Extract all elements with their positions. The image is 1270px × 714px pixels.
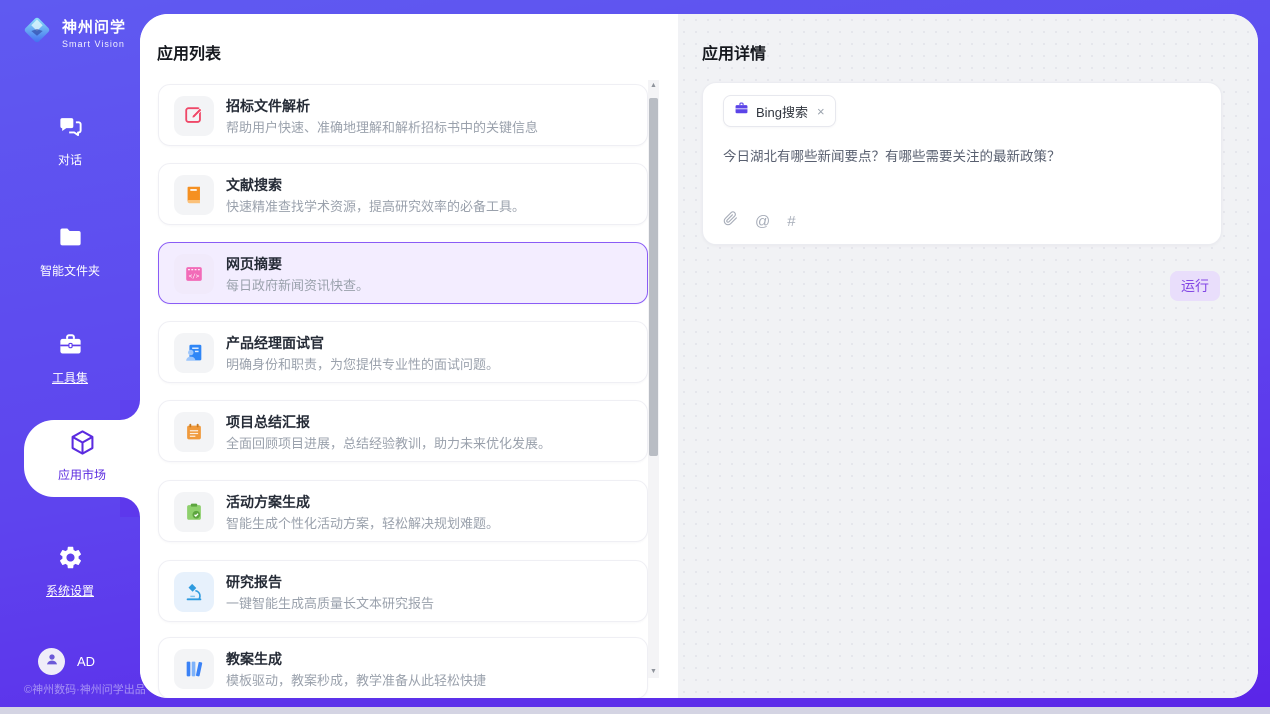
scroll-up-arrow[interactable]: ▲ <box>648 80 659 92</box>
bump-curve-top <box>120 400 140 420</box>
app-item-desc: 智能生成个性化活动方案，轻松解决规划难题。 <box>226 513 499 532</box>
person-icon <box>44 651 60 672</box>
chat-icon <box>57 113 84 145</box>
app-item-bid-parse[interactable]: 招标文件解析 帮助用户快速、准确地理解和解析招标书中的关键信息 <box>158 84 648 146</box>
app-item-name: 招标文件解析 <box>226 96 310 116</box>
app-item-lesson-plan[interactable]: 教案生成 模板驱动，教案秒成，教学准备从此轻松快捷 <box>158 637 648 698</box>
app-item-name: 文献搜索 <box>226 175 282 195</box>
books-icon <box>174 649 214 689</box>
app-item-desc: 一键智能生成高质量长文本研究报告 <box>226 593 434 612</box>
app-item-event-plan[interactable]: 活动方案生成 智能生成个性化活动方案，轻松解决规划难题。 <box>158 480 648 542</box>
app-item-desc: 全面回顾项目进展，总结经验教训，助力未来优化发展。 <box>226 433 551 452</box>
content-panel: 应用列表 招标文件解析 帮助用户快速、准确地理解和解析招标书中的关键信息 <box>140 14 1258 698</box>
app-item-pm-interviewer[interactable]: 产品经理面试官 明确身份和职责，为您提供专业性的面试问题。 <box>158 321 648 383</box>
app-item-name: 研究报告 <box>226 572 282 592</box>
folder-icon <box>57 224 84 256</box>
active-nav-bump: 应用市场 <box>24 420 140 497</box>
app-item-desc: 快速精准查找学术资源，提高研究效率的必备工具。 <box>226 196 525 215</box>
copyright-footer: ©神州数码·神州问学出品 <box>24 681 146 697</box>
sidebar-item-settings[interactable]: 系统设置 <box>0 544 140 599</box>
notepad-icon <box>174 412 214 452</box>
app-detail-title: 应用详情 <box>702 40 766 64</box>
app-item-name: 网页摘要 <box>226 254 282 274</box>
briefcase-icon <box>734 101 749 121</box>
close-icon[interactable]: × <box>817 104 825 119</box>
app-item-name: 项目总结汇报 <box>226 412 310 432</box>
sidebar-item-app-market[interactable]: 应用市场 <box>24 428 140 483</box>
clipboard-check-icon <box>174 492 214 532</box>
brand-tagline: Smart Vision <box>62 39 126 49</box>
interviewer-icon <box>174 333 214 373</box>
sidebar-item-smart-folder[interactable]: 智能文件夹 <box>0 224 140 279</box>
tool-chip-bing-search[interactable]: Bing搜索 × <box>723 95 836 127</box>
app-detail-panel: 应用详情 Bing搜索 × 今日湖北有哪些新闻要点？有哪些需要关注的最新政策？ <box>678 14 1258 698</box>
gear-icon <box>57 544 84 576</box>
tool-chip-label: Bing搜索 <box>756 102 808 121</box>
user-initials: AD <box>77 654 95 669</box>
cube-icon <box>68 428 97 462</box>
sidebar: 神州问学 Smart Vision 对话 智能文件夹 <box>0 0 140 707</box>
microscope-icon <box>174 572 214 612</box>
toolbox-icon <box>57 331 84 363</box>
app-item-name: 活动方案生成 <box>226 492 310 512</box>
brand-name: 神州问学 <box>62 16 126 37</box>
bump-curve-bottom <box>120 497 140 517</box>
prompt-input[interactable]: 今日湖北有哪些新闻要点？有哪些需要关注的最新政策？ <box>723 147 1201 167</box>
hash-icon[interactable]: # <box>787 213 795 230</box>
webpage-icon: </> <box>174 254 214 294</box>
at-icon[interactable]: @ <box>755 213 770 230</box>
app-item-project-summary[interactable]: 项目总结汇报 全面回顾项目进展，总结经验教训，助力未来优化发展。 <box>158 400 648 462</box>
app-list-panel: 应用列表 招标文件解析 帮助用户快速、准确地理解和解析招标书中的关键信息 <box>140 14 678 698</box>
app-window: 神州问学 Smart Vision 对话 智能文件夹 <box>0 0 1270 714</box>
app-item-desc: 明确身份和职责，为您提供专业性的面试问题。 <box>226 354 499 373</box>
prompt-toolbar: @ # <box>723 211 796 231</box>
sidebar-item-label: 智能文件夹 <box>40 262 100 279</box>
scroll-down-arrow[interactable]: ▼ <box>648 666 659 678</box>
app-item-name: 教案生成 <box>226 649 282 669</box>
book-icon <box>174 175 214 215</box>
run-button[interactable]: 运行 <box>1170 271 1220 301</box>
app-list-title: 应用列表 <box>157 40 221 64</box>
app-item-literature-search[interactable]: 文献搜索 快速精准查找学术资源，提高研究效率的必备工具。 <box>158 163 648 225</box>
app-item-research-report[interactable]: 研究报告 一键智能生成高质量长文本研究报告 <box>158 560 648 622</box>
sidebar-item-toolset[interactable]: 工具集 <box>0 331 140 386</box>
diamond-logo-icon <box>18 11 56 54</box>
bottom-strip <box>0 707 1270 714</box>
list-scrollbar[interactable]: ▲ ▼ <box>648 80 659 678</box>
scrollbar-thumb[interactable] <box>649 98 658 456</box>
user-profile[interactable]: AD <box>38 648 95 675</box>
brand: 神州问学 Smart Vision <box>18 11 126 54</box>
paperclip-icon[interactable] <box>723 211 738 231</box>
sidebar-item-chat[interactable]: 对话 <box>0 113 140 168</box>
prompt-card: Bing搜索 × 今日湖北有哪些新闻要点？有哪些需要关注的最新政策？ @ # <box>702 82 1222 245</box>
svg-text:</>: </> <box>189 273 200 280</box>
app-item-desc: 模板驱动，教案秒成，教学准备从此轻松快捷 <box>226 670 486 689</box>
app-item-name: 产品经理面试官 <box>226 333 324 353</box>
sidebar-item-label: 工具集 <box>52 369 88 386</box>
app-item-desc: 每日政府新闻资讯快查。 <box>226 275 369 294</box>
edit-icon <box>174 96 214 136</box>
app-item-web-summary[interactable]: </> 网页摘要 每日政府新闻资讯快查。 <box>158 242 648 304</box>
sidebar-item-label: 对话 <box>58 151 82 168</box>
app-item-desc: 帮助用户快速、准确地理解和解析招标书中的关键信息 <box>226 117 538 136</box>
sidebar-item-label: 应用市场 <box>58 466 106 483</box>
avatar <box>38 648 65 675</box>
sidebar-item-label: 系统设置 <box>46 582 94 599</box>
